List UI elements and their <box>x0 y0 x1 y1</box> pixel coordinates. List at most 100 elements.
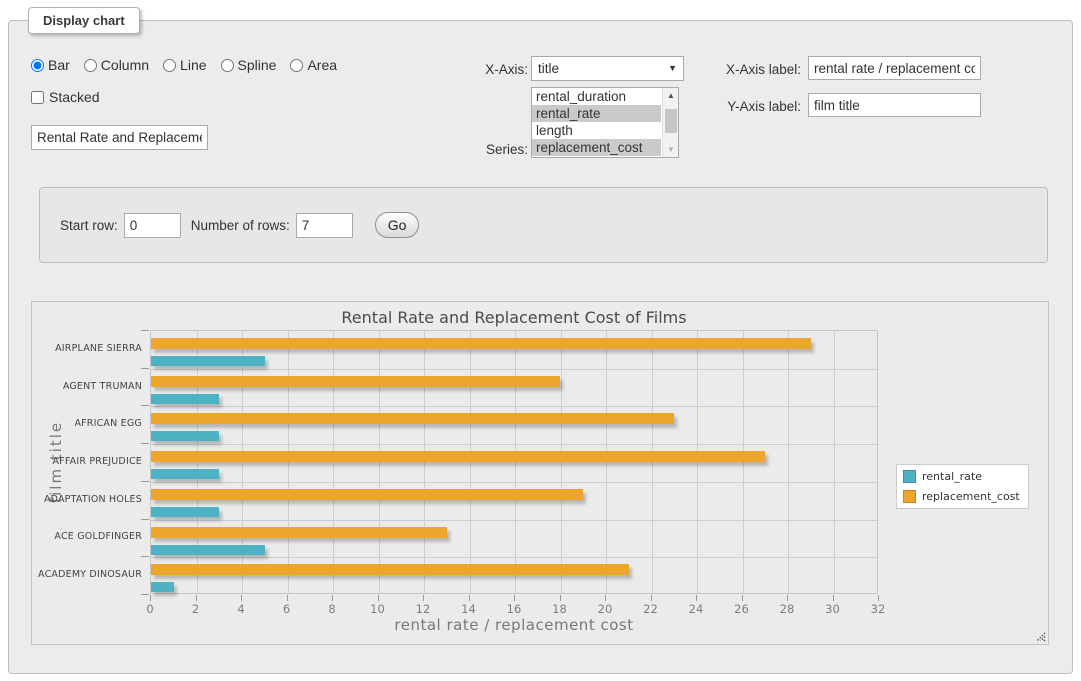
scrollbar-thumb[interactable] <box>665 109 677 133</box>
gridline <box>151 444 877 445</box>
scrollbar-down-icon[interactable]: ▼ <box>663 142 679 157</box>
bar-rental-rate <box>151 582 174 592</box>
gridline <box>834 331 835 593</box>
chart-x-axis-title: rental rate / replacement cost <box>150 616 878 634</box>
chart-type-radio-line[interactable] <box>163 59 176 72</box>
x-tick <box>378 595 379 601</box>
x-tick-label: 30 <box>825 602 840 616</box>
legend-item-rental-rate: rental_rate <box>903 470 1020 483</box>
x-tick-label: 8 <box>328 602 335 616</box>
x-tick <box>787 595 788 601</box>
y-tick <box>141 481 149 482</box>
legend-item-replacement-cost: replacement_cost <box>903 490 1020 503</box>
go-button[interactable]: Go <box>375 212 420 238</box>
legend-label: rental_rate <box>922 470 982 483</box>
category-label: ACE GOLDFINGER <box>32 531 142 542</box>
chart-container: Rental Rate and Replacement Cost of Film… <box>31 301 1049 645</box>
bar-replacement-cost <box>151 413 674 424</box>
x-tick <box>332 595 333 601</box>
x-axis-label-input[interactable] <box>808 56 981 80</box>
chart-type-radio-bar[interactable] <box>31 59 44 72</box>
gridline <box>151 482 877 483</box>
series-option-rental_duration[interactable]: rental_duration <box>532 88 661 105</box>
series-option-length[interactable]: length <box>532 122 661 139</box>
chart-type-radio-area[interactable] <box>290 59 303 72</box>
chart-title-input[interactable] <box>31 125 208 150</box>
series-option-rental_rate[interactable]: rental_rate <box>532 105 661 122</box>
x-axis-select[interactable]: title <box>531 56 684 81</box>
chart-type-radio-column[interactable] <box>84 59 97 72</box>
x-tick <box>833 595 834 601</box>
series-list-label: Series: <box>439 142 528 157</box>
bar-replacement-cost <box>151 489 583 500</box>
stacked-checkbox[interactable] <box>31 91 44 104</box>
gridline <box>788 331 789 593</box>
legend-swatch <box>903 490 916 503</box>
x-axis-label-caption: X-Axis label: <box>689 62 801 77</box>
chart-type-radio-spline[interactable] <box>221 59 234 72</box>
x-tick <box>696 595 697 601</box>
x-tick <box>150 595 151 601</box>
y-tick <box>141 405 149 406</box>
category-label: AFFAIR PREJUDICE <box>32 456 142 467</box>
x-tick <box>287 595 288 601</box>
panel-title: Display chart <box>28 7 140 34</box>
x-tick-label: 14 <box>461 602 476 616</box>
x-tick-label: 20 <box>598 602 613 616</box>
num-rows-label: Number of rows: <box>191 218 290 233</box>
x-tick <box>196 595 197 601</box>
chart-type-label: Column <box>101 57 149 73</box>
x-tick-label: 6 <box>283 602 290 616</box>
y-axis-label-caption: Y-Axis label: <box>689 99 801 114</box>
start-row-input[interactable] <box>124 213 181 238</box>
resize-handle-icon[interactable] <box>1035 631 1046 642</box>
x-tick-label: 4 <box>237 602 244 616</box>
x-tick-label: 18 <box>552 602 567 616</box>
plot-area <box>150 330 878 594</box>
chart-type-label: Line <box>180 57 206 73</box>
chart-title: Rental Rate and Replacement Cost of Film… <box>150 308 878 327</box>
x-axis-select-label: X-Axis: <box>439 62 528 77</box>
scrollbar-up-icon[interactable]: ▲ <box>663 88 679 103</box>
x-tick-label: 0 <box>146 602 153 616</box>
bar-replacement-cost <box>151 564 629 575</box>
chart-type-spline: Spline <box>221 57 277 73</box>
bar-rental-rate <box>151 431 219 441</box>
legend-swatch <box>903 470 916 483</box>
stacked-option: Stacked <box>31 89 100 105</box>
bar-replacement-cost <box>151 451 765 462</box>
series-listbox: rental_durationrental_ratelengthreplacem… <box>531 87 679 158</box>
y-tick <box>141 368 149 369</box>
x-tick-label: 2 <box>192 602 199 616</box>
x-tick <box>469 595 470 601</box>
x-axis-select-wrap: title ▼ <box>531 56 684 81</box>
num-rows-input[interactable] <box>296 213 353 238</box>
series-scrollbar[interactable]: ▲ ▼ <box>662 88 678 157</box>
x-tick <box>605 595 606 601</box>
y-axis-label-input[interactable] <box>808 93 981 117</box>
chart-type-label: Spline <box>238 57 277 73</box>
x-tick-label: 16 <box>507 602 522 616</box>
x-tick <box>742 595 743 601</box>
y-tick <box>141 594 149 595</box>
series-option-replacement_cost[interactable]: replacement_cost <box>532 139 661 156</box>
category-label: ACADEMY DINOSAUR <box>32 569 142 580</box>
gridline <box>151 406 877 407</box>
category-label: AFRICAN EGG <box>32 418 142 429</box>
x-tick <box>423 595 424 601</box>
bar-rental-rate <box>151 507 219 517</box>
display-chart-panel: BarColumnLineSplineArea Stacked X-Axis: … <box>8 20 1073 674</box>
rows-panel: Start row: Number of rows: Go <box>39 187 1048 263</box>
x-tick <box>241 595 242 601</box>
chart-type-label: Area <box>307 57 337 73</box>
chart-legend: rental_rate replacement_cost <box>896 464 1029 509</box>
bar-replacement-cost <box>151 527 447 538</box>
chart-type-label: Bar <box>48 57 70 73</box>
x-tick <box>560 595 561 601</box>
bar-replacement-cost <box>151 376 560 387</box>
legend-label: replacement_cost <box>922 490 1020 503</box>
y-tick <box>141 330 149 331</box>
category-label: AGENT TRUMAN <box>32 381 142 392</box>
bar-rental-rate <box>151 356 265 366</box>
bar-replacement-cost <box>151 338 811 349</box>
